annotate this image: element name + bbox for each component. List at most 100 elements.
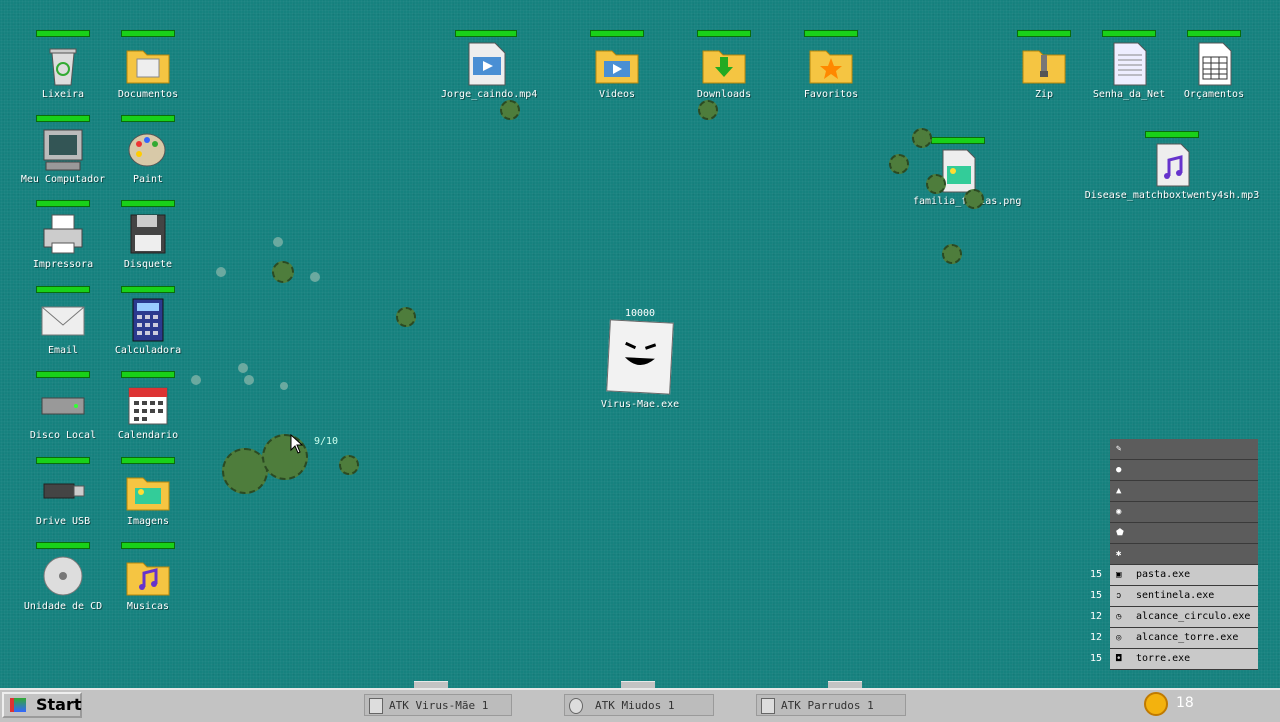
desktop-icon-email[interactable]: Email <box>18 286 108 356</box>
icon-label: Disease_matchboxtwenty4sh.mp3 <box>1084 190 1260 201</box>
icon-label: Email <box>47 345 79 356</box>
shop-item-alcance-circulo[interactable]: 12 ◷ alcance_circulo.exe <box>1090 607 1258 628</box>
spore <box>310 272 320 282</box>
health-bar <box>455 30 517 37</box>
desktop-icon-documentos[interactable]: Documentos <box>103 30 193 100</box>
folder-icon <box>125 41 171 87</box>
usb-drive-icon <box>40 468 86 514</box>
desktop-icon-calendario[interactable]: Calendario <box>103 371 193 441</box>
icon-label: Disco Local <box>29 430 97 441</box>
shop-item-sentinela[interactable]: 15 ↄ sentinela.exe <box>1090 586 1258 607</box>
coin-count: 18 <box>1176 695 1194 711</box>
video-folder-icon <box>594 41 640 87</box>
virus-enemy <box>889 154 909 174</box>
virus-enemy <box>272 261 294 283</box>
task-label: ATK Miudos 1 <box>595 699 675 712</box>
spore <box>216 267 226 277</box>
icon-label: Impressora <box>32 259 94 270</box>
health-bar <box>1145 131 1199 138</box>
palette-icon <box>125 126 171 172</box>
icon-label: Zip <box>1034 89 1054 100</box>
bomb-icon: ● <box>1116 465 1122 475</box>
shop-slot-locked[interactable]: ✱ <box>1110 544 1258 565</box>
health-bar <box>121 286 175 293</box>
item-name: alcance_circulo.exe <box>1136 611 1251 622</box>
icon-label: Orçamentos <box>1183 89 1245 100</box>
icon-label: Jorge_caindo.mp4 <box>441 89 538 100</box>
text-file-icon <box>1106 41 1152 87</box>
desktop-icon-disease-mp3[interactable]: Disease_matchboxtwenty4sh.mp3 <box>1082 131 1262 201</box>
icon-label: familia_ferias.png <box>913 196 1021 207</box>
shop-slot-locked[interactable]: ● <box>1110 460 1258 481</box>
desktop-icon-calculadora[interactable]: Calculadora <box>103 286 193 356</box>
shop-slot-locked[interactable]: ⬟ <box>1110 523 1258 544</box>
item-cost: 15 <box>1089 569 1102 580</box>
health-bar <box>121 542 175 549</box>
shop-item-torre[interactable]: 15 ◘ torre.exe <box>1090 649 1258 670</box>
desktop-icon-impressora[interactable]: Impressora <box>18 200 108 270</box>
health-bar <box>804 30 858 37</box>
virus-icon <box>569 698 583 714</box>
icon-label: Downloads <box>696 89 752 100</box>
zip-folder-icon <box>1021 41 1067 87</box>
desktop-icon-senha-da-net[interactable]: Senha_da_Net <box>1084 30 1174 100</box>
envelope-icon <box>40 297 86 343</box>
desktop-icon-jorge-caindo[interactable]: Jorge_caindo.mp4 <box>441 30 538 100</box>
start-label: Start <box>36 695 82 714</box>
task-atk-virus-mae[interactable]: ATK Virus-Mãe 1 <box>364 694 512 716</box>
desktop-icon-videos[interactable]: Videos <box>572 30 662 100</box>
shop-slot-locked[interactable]: ▲ <box>1110 481 1258 502</box>
windows-flag-icon <box>10 698 26 712</box>
icon-label: Paint <box>132 174 164 185</box>
desktop-icon-lixeira[interactable]: Lixeira <box>18 30 108 100</box>
boss-name: Virus-Mae.exe <box>600 399 680 410</box>
desktop-icon-imagens[interactable]: Imagens <box>103 457 193 527</box>
spore <box>244 375 254 385</box>
icon-label: Drive USB <box>35 516 91 527</box>
shop-item-pasta[interactable]: 15 ▣ pasta.exe <box>1090 565 1258 586</box>
calendar-icon <box>125 382 171 428</box>
item-name: torre.exe <box>1136 653 1191 664</box>
boss-virus-mae[interactable]: 10000 Virus-Mae.exe <box>600 308 680 410</box>
desktop-icon-favoritos[interactable]: Favoritos <box>786 30 876 100</box>
health-bar <box>121 200 175 207</box>
virus-enemy <box>926 174 946 194</box>
desktop-icon-orcamentos[interactable]: Orçamentos <box>1169 30 1259 100</box>
drop-icon: ▲ <box>1116 486 1122 496</box>
virus-enemy <box>912 128 932 148</box>
desktop-icon-familia-ferias[interactable]: familia_ferias.png <box>913 137 1021 207</box>
desktop-icon-downloads[interactable]: Downloads <box>679 30 769 100</box>
shop-item-alcance-torre[interactable]: 12 ◎ alcance_torre.exe <box>1090 628 1258 649</box>
floppy-icon <box>125 211 171 257</box>
cd-icon <box>40 553 86 599</box>
task-atk-parrudos[interactable]: ATK Parrudos 1 <box>756 694 906 716</box>
desktop-icon-disquete[interactable]: Disquete <box>103 200 193 270</box>
virus-enemy <box>500 100 520 120</box>
target-icon: ◎ <box>1116 633 1122 643</box>
item-cost: 15 <box>1089 653 1102 664</box>
desktop-icon-paint[interactable]: Paint <box>103 115 193 185</box>
shop-slot-locked[interactable]: ✎ <box>1110 439 1258 460</box>
desktop-icon-drive-usb[interactable]: Drive USB <box>18 457 108 527</box>
desktop-icon-zip[interactable]: Zip <box>999 30 1089 100</box>
desktop-icon-meu-computador[interactable]: Meu Computador <box>18 115 108 185</box>
mouse-cursor-icon <box>290 433 304 458</box>
icon-label: Lixeira <box>41 89 85 100</box>
tower-shop-panel: ✎ ● ▲ ◉ ⬟ ✱ 15 ▣ pasta.exe 15 ↄ sentinel… <box>1090 439 1258 670</box>
shop-slot-locked[interactable]: ◉ <box>1110 502 1258 523</box>
taskbar: Start ATK Virus-Mãe 1 ATK Miudos 1 ATK P… <box>0 688 1280 722</box>
icon-label: Disquete <box>123 259 173 270</box>
icon-label: Documentos <box>117 89 179 100</box>
wave-counter: 9/10 <box>314 436 339 447</box>
spreadsheet-icon <box>1191 41 1237 87</box>
icon-label: Unidade de CD <box>23 601 103 612</box>
download-folder-icon <box>701 41 747 87</box>
desktop-icon-unidade-cd[interactable]: Unidade de CD <box>18 542 108 612</box>
spore <box>280 382 288 390</box>
task-atk-miudos[interactable]: ATK Miudos 1 <box>564 694 714 716</box>
health-bar <box>36 457 90 464</box>
desktop-icon-musicas[interactable]: Musicas <box>103 542 193 612</box>
desktop-icon-disco-local[interactable]: Disco Local <box>18 371 108 441</box>
health-bar <box>121 115 175 122</box>
start-button[interactable]: Start <box>2 692 82 718</box>
